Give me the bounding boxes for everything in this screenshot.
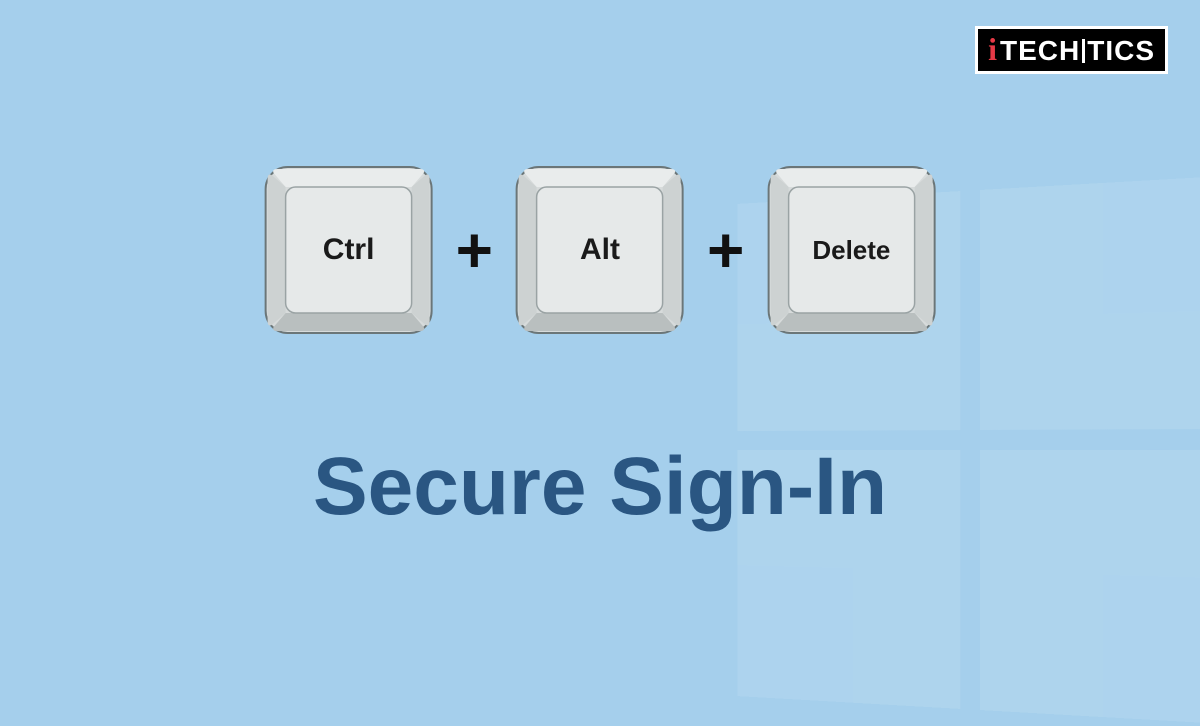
key-label-delete: Delete [812,235,890,266]
brand-divider [1082,39,1085,63]
brand-prefix: i [988,33,998,65]
keyboard-shortcut-row: Ctrl + Alt + Delete [264,165,937,335]
key-label-ctrl: Ctrl [323,233,375,267]
page-title: Secure Sign-In [313,440,887,534]
brand-part2: TICS [1087,37,1155,65]
keycap-alt: Alt [515,165,685,335]
plus-separator: + [456,218,493,282]
plus-separator: + [707,218,744,282]
keycap-ctrl: Ctrl [264,165,434,335]
keycap-delete: Delete [766,165,936,335]
brand-logo: i TECH TICS [975,26,1168,74]
brand-part1: TECH [1000,37,1080,65]
key-label-alt: Alt [580,233,620,267]
